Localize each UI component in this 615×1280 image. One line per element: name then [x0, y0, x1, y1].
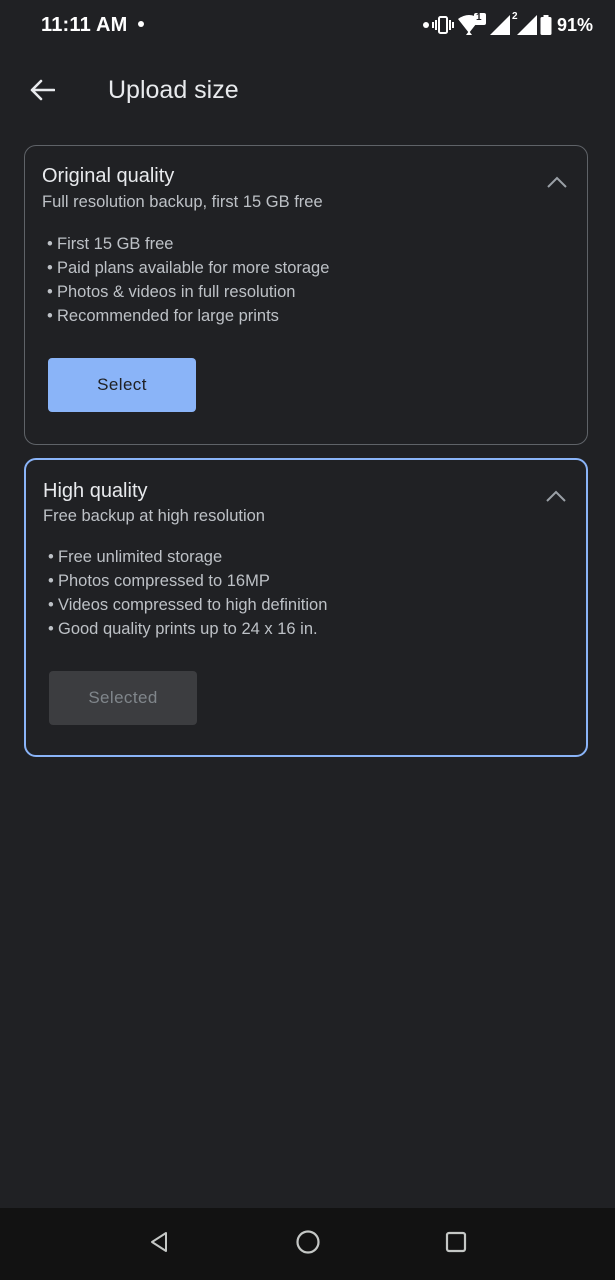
arrow-back-icon: [29, 79, 56, 106]
status-time: 11:11 AM: [41, 14, 128, 36]
bullet-glyph: •: [48, 548, 54, 566]
option-subtitle: Full resolution backup, first 15 GB free: [42, 193, 323, 211]
upload-size-screen: 11:11 AM 1 2 91% Upload size Original qu…: [0, 0, 615, 1280]
system-nav-bar: [0, 1208, 615, 1280]
option-title: High quality: [43, 480, 148, 502]
option-title: Original quality: [42, 165, 175, 187]
signal-icon-sim-2: 2: [512, 11, 537, 35]
nav-recents-button[interactable]: [442, 1230, 470, 1258]
option-feature-list: • Free unlimited storage • Photos compress…: [48, 545, 327, 641]
notification-dot-icon: [138, 21, 144, 27]
bullet-glyph: •: [47, 307, 53, 325]
list-item: • Good quality prints up to 24 x 16 in.: [48, 617, 327, 641]
app-bar: Upload size: [0, 62, 615, 122]
signal-icon-sim-1: [489, 15, 510, 35]
bullet-glyph: •: [48, 620, 54, 638]
option-card-original-quality[interactable]: Original quality Full resolution backup,…: [24, 145, 588, 445]
page-title: Upload size: [108, 76, 239, 104]
bullet-glyph: •: [48, 596, 54, 614]
list-item: • Videos compressed to high definition: [48, 593, 327, 617]
chevron-up-icon[interactable]: [544, 488, 568, 504]
selected-button[interactable]: Selected: [49, 671, 197, 725]
option-subtitle: Free backup at high resolution: [43, 507, 265, 525]
list-item: • First 15 GB free: [47, 232, 329, 256]
small-dot-icon: [422, 22, 429, 28]
circle-home-icon: [295, 1229, 321, 1260]
bullet-glyph: •: [47, 235, 53, 253]
status-bar: 11:11 AM 1 2 91%: [0, 0, 615, 52]
list-item: • Paid plans available for more storage: [47, 256, 329, 280]
square-recents-icon: [444, 1230, 468, 1259]
nav-back-button[interactable]: [145, 1230, 173, 1258]
list-item: • Photos compressed to 16MP: [48, 569, 327, 593]
option-card-high-quality[interactable]: High quality Free backup at high resolut…: [24, 458, 588, 757]
status-icons: 1 2 91%: [422, 11, 593, 38]
chevron-up-icon[interactable]: [545, 174, 569, 190]
nav-home-button[interactable]: [294, 1229, 322, 1260]
bullet-glyph: •: [47, 283, 53, 301]
list-item: • Free unlimited storage: [48, 545, 327, 569]
vibrate-icon: [431, 16, 454, 34]
sim-badge-1: 1: [475, 12, 482, 23]
bullet-glyph: •: [47, 259, 53, 277]
option-feature-list: • First 15 GB free • Paid plans available …: [47, 232, 329, 328]
wifi-icon: 1: [457, 12, 487, 37]
back-button[interactable]: [22, 74, 62, 110]
list-item: • Recommended for large prints: [47, 304, 329, 328]
list-item: • Photos & videos in full resolution: [47, 280, 329, 304]
select-button[interactable]: Select: [48, 358, 196, 412]
battery-icon: [540, 15, 552, 35]
battery-percent: 91%: [556, 14, 593, 35]
sim-badge-2: 2: [511, 11, 518, 22]
triangle-back-icon: [147, 1230, 171, 1259]
bullet-glyph: •: [48, 572, 54, 590]
